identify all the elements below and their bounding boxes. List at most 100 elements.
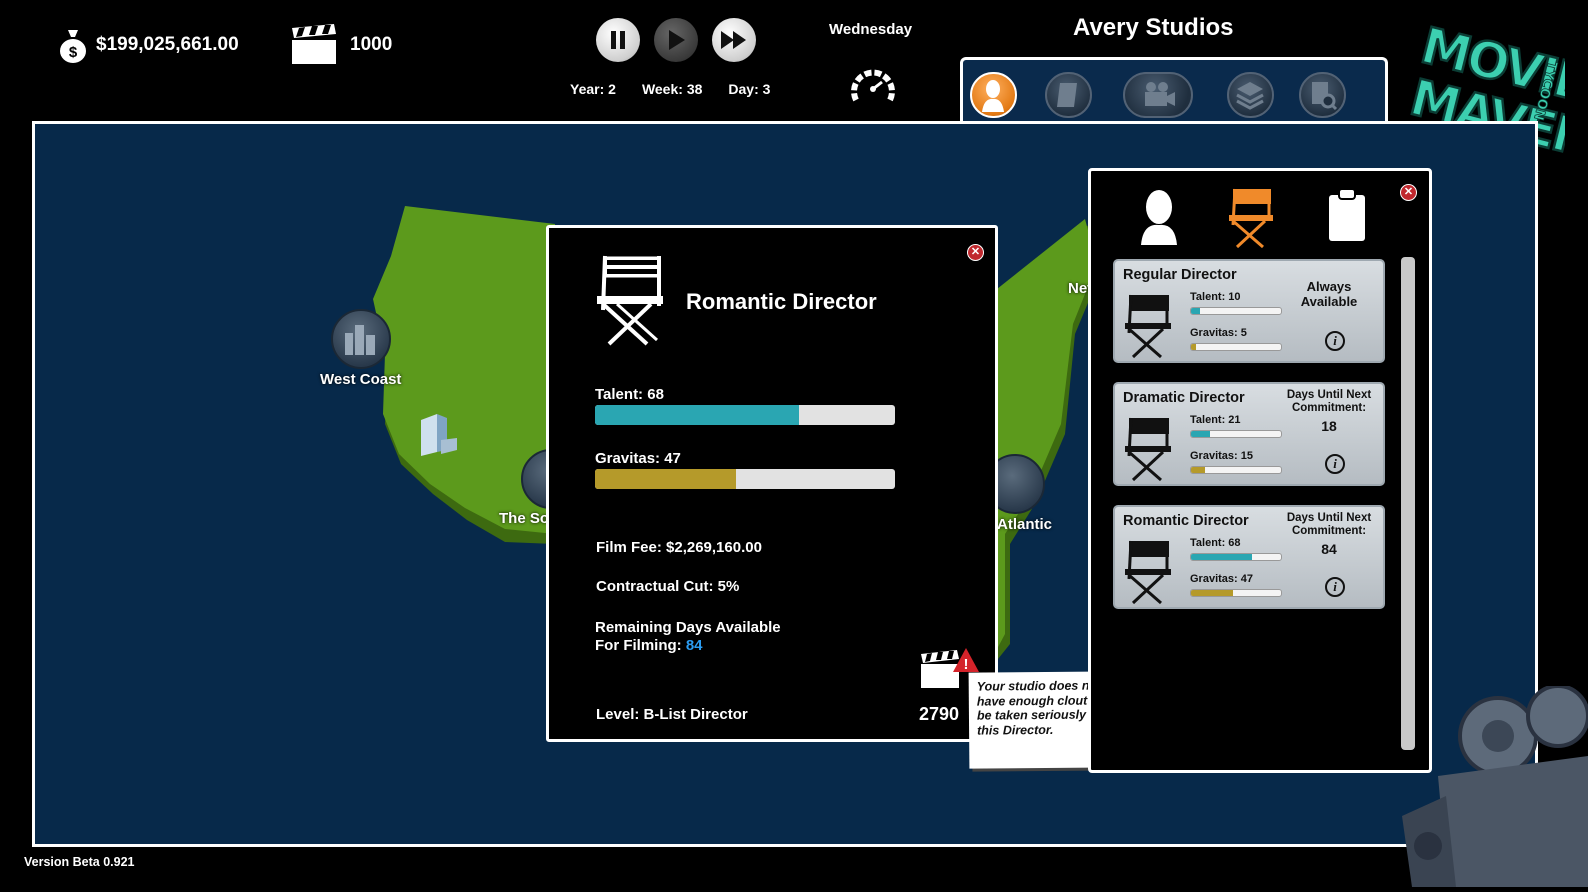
date-display: Year: 2 Week: 38 Day: 3 bbox=[570, 81, 770, 97]
director-card-romantic[interactable]: Romantic Director Talent: 68 Gravitas: 4… bbox=[1113, 505, 1385, 609]
gravitas-label: Gravitas: 47 bbox=[595, 450, 681, 467]
filter-actors-button[interactable] bbox=[1138, 187, 1180, 252]
tab-scripts[interactable] bbox=[1045, 72, 1092, 118]
pause-button[interactable] bbox=[596, 18, 640, 62]
region-atlantic-label: Atlantic bbox=[997, 516, 1053, 533]
tab-library[interactable] bbox=[1227, 72, 1274, 118]
money-display: $ $199,025,661.00 bbox=[58, 26, 239, 64]
film-fee: Film Fee: $2,269,160.00 bbox=[596, 539, 762, 556]
talent-bar bbox=[595, 405, 895, 425]
card-title: Romantic Director bbox=[1123, 513, 1249, 529]
card-talent-bar bbox=[1190, 430, 1282, 438]
director-level: Level: B-List Director bbox=[596, 706, 748, 723]
film-camera-icon bbox=[1402, 684, 1588, 887]
director-chair-black-icon bbox=[1125, 294, 1171, 359]
camera-icon bbox=[1145, 82, 1175, 106]
film-camera-decoration bbox=[1398, 684, 1588, 892]
money-bag-icon: $ bbox=[60, 30, 86, 63]
play-button[interactable] bbox=[654, 18, 698, 62]
contractual-cut: Contractual Cut: 5% bbox=[596, 578, 740, 595]
card-talent-bar bbox=[1190, 553, 1282, 561]
tab-production[interactable] bbox=[1123, 72, 1193, 118]
clout-display: 1000 bbox=[290, 24, 392, 66]
card-title: Dramatic Director bbox=[1123, 390, 1245, 406]
card-talent-label: Talent: 21 bbox=[1190, 414, 1241, 426]
speedometer-icon bbox=[851, 69, 895, 102]
region-the-south-label: The So bbox=[499, 510, 550, 527]
script-icon bbox=[1057, 83, 1077, 107]
card-talent-label: Talent: 68 bbox=[1190, 537, 1241, 549]
card-gravitas-fill bbox=[1191, 467, 1205, 473]
week-display: Week: 38 bbox=[641, 81, 703, 97]
card-gravitas-bar bbox=[1190, 466, 1282, 474]
version-label: Version Beta 0.921 bbox=[24, 855, 135, 869]
svg-text:$: $ bbox=[69, 44, 78, 61]
person-icon bbox=[982, 80, 1004, 112]
gravitas-bar-fill bbox=[595, 469, 736, 489]
director-detail-popup: ✕ Romantic Director Talent: 68 Gravitas:… bbox=[546, 225, 998, 742]
card-days: 84 bbox=[1321, 541, 1337, 557]
panel-scrollbar[interactable] bbox=[1401, 257, 1415, 750]
filter-directors-button[interactable] bbox=[1227, 187, 1275, 254]
card-gravitas-bar bbox=[1190, 589, 1282, 597]
card-title: Regular Director bbox=[1123, 267, 1237, 283]
play-icon bbox=[669, 30, 685, 50]
director-chair-black-icon bbox=[1125, 540, 1171, 605]
director-chair-orange-icon bbox=[1229, 188, 1273, 249]
studio-building-icon[interactable] bbox=[417, 410, 459, 465]
detail-close-button[interactable]: ✕ bbox=[967, 244, 984, 261]
card-availability: Always Available bbox=[1300, 279, 1358, 309]
studio-tab-bar bbox=[960, 57, 1388, 126]
card-gravitas-label: Gravitas: 15 bbox=[1190, 450, 1253, 462]
layers-icon bbox=[1236, 82, 1264, 110]
remaining-days-label: Remaining Days Available bbox=[595, 619, 781, 636]
money-value: $199,025,661.00 bbox=[96, 34, 239, 55]
info-icon[interactable]: i bbox=[1325, 454, 1345, 474]
clipboard-icon bbox=[1329, 188, 1365, 241]
director-chair-icon bbox=[597, 255, 663, 346]
card-gravitas-label: Gravitas: 5 bbox=[1190, 327, 1247, 339]
gravitas-bar bbox=[595, 469, 895, 489]
director-card-regular[interactable]: Regular Director Talent: 10 Gravitas: 5 … bbox=[1113, 259, 1385, 363]
card-talent-fill bbox=[1191, 431, 1210, 437]
card-gravitas-fill bbox=[1191, 344, 1196, 350]
clout-value: 1000 bbox=[350, 34, 393, 55]
pause-icon bbox=[611, 31, 625, 49]
card-commitment-label: Days Until Next Commitment: bbox=[1286, 389, 1372, 414]
info-icon[interactable]: i bbox=[1325, 577, 1345, 597]
card-gravitas-fill bbox=[1191, 590, 1234, 596]
fast-forward-button[interactable] bbox=[712, 18, 756, 62]
card-talent-fill bbox=[1191, 308, 1200, 314]
panel-close-button[interactable]: ✕ bbox=[1400, 184, 1417, 201]
card-commitment-label: Days Until Next Commitment: bbox=[1286, 512, 1372, 537]
director-list-panel: ✕ Regular Director Talent: 10 Gravitas: … bbox=[1088, 168, 1432, 773]
info-icon[interactable]: i bbox=[1325, 331, 1345, 351]
tab-talent[interactable] bbox=[970, 72, 1017, 118]
card-gravitas-bar bbox=[1190, 343, 1282, 351]
city-skyline-icon bbox=[345, 325, 375, 355]
clout-required: 2790 bbox=[919, 704, 960, 724]
filter-crew-button[interactable] bbox=[1327, 187, 1367, 248]
card-gravitas-label: Gravitas: 47 bbox=[1190, 573, 1253, 585]
remaining-days-line: For Filming: 84 bbox=[595, 637, 703, 654]
speed-gauge-button[interactable] bbox=[850, 66, 896, 111]
day-display: Day: 3 bbox=[728, 81, 771, 97]
card-talent-bar bbox=[1190, 307, 1282, 315]
svg-text:!: ! bbox=[964, 656, 969, 673]
studio-name: Avery Studios bbox=[1073, 14, 1234, 41]
talent-bar-fill bbox=[595, 405, 799, 425]
region-west-coast-button[interactable] bbox=[331, 309, 391, 369]
tab-research[interactable] bbox=[1299, 72, 1346, 118]
region-west-coast-label: West Coast bbox=[320, 371, 402, 388]
card-talent-fill bbox=[1191, 554, 1253, 560]
fast-forward-icon bbox=[721, 31, 746, 49]
talent-label: Talent: 68 bbox=[595, 386, 664, 403]
weekday-label: Wednesday bbox=[829, 21, 913, 38]
director-chair-black-icon bbox=[1125, 417, 1171, 482]
remaining-days-value: 84 bbox=[685, 637, 703, 654]
year-display: Year: 2 bbox=[570, 81, 616, 97]
card-days: 18 bbox=[1321, 418, 1337, 434]
director-card-dramatic[interactable]: Dramatic Director Talent: 21 Gravitas: 1… bbox=[1113, 382, 1385, 486]
actor-bust-icon bbox=[1141, 190, 1177, 245]
detail-title: Romantic Director bbox=[686, 289, 877, 314]
